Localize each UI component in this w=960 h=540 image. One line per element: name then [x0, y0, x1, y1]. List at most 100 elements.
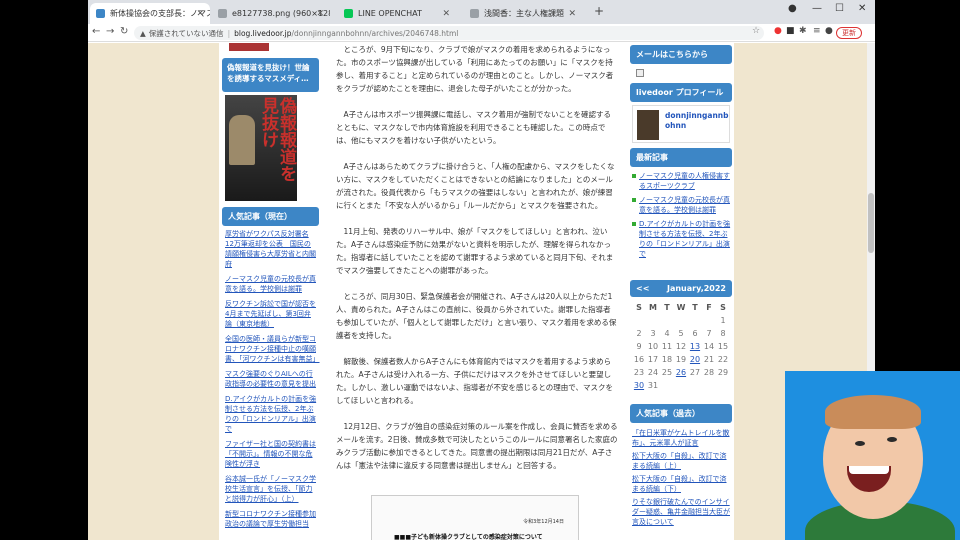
past-popular-link[interactable]: 「在日米軍がケムトレイルを散布」、元米軍人が証言 [632, 428, 732, 448]
article-paragraph: 11月上旬、発表のリハーサル中、娘が「マスクをしてほしい」と言われ、泣いた。A子… [336, 227, 614, 275]
back-button[interactable]: ← [92, 26, 100, 37]
close-window-button[interactable]: ✕ [858, 3, 866, 14]
popular-now-list: 厚労省がワクパス反対署名12万筆返却を公表 国民の請願権侵害ら大厚労省と内閣府 … [225, 229, 320, 534]
menu-icon[interactable]: ≡ [813, 26, 821, 36]
document-image[interactable]: 令和3年12月14日 ■■■子ども新体操クラブとしての感染症対策について [371, 495, 579, 540]
globe-icon [218, 9, 227, 18]
right-eye [887, 437, 897, 442]
profile-icon[interactable]: ● [825, 26, 833, 36]
popular-link[interactable]: ノーマスク児童の元校長が真意を語る。学校側は謝罪 [225, 274, 317, 294]
calendar-day-link[interactable]: 13 [690, 342, 700, 351]
calendar-day [646, 314, 660, 327]
avatar[interactable] [637, 110, 659, 140]
article-body: ところが、9月下旬になり、クラブで娘がマスクの着用を求められるようになった。市の… [336, 43, 618, 485]
tab-bar: 新体操協会の支部長：ノマスク児童 ✕ e8127738.png (960×128… [88, 0, 875, 24]
recent-link[interactable]: D.アイクがカルトの計画を強制させる方法を伝授、2年ぶりの「ロンドンリアル」出演… [639, 219, 732, 259]
security-warning: 保護されていない通信 [148, 28, 224, 38]
calendar-weekdays: S M T W T F S [632, 301, 730, 314]
calendar-day [716, 379, 730, 392]
calendar-week: 16 17 18 19 20 21 22 [632, 353, 730, 366]
puzzle-icon[interactable]: ✱ [799, 26, 807, 36]
close-tab-icon[interactable]: ✕ [196, 9, 204, 19]
past-popular-list: 「在日米軍がケムトレイルを散布」、元米軍人が証言 松下大阪の「自殺」、改訂で済ま… [632, 428, 732, 530]
weekday: T [692, 303, 698, 312]
article-paragraph: ところが、9月下旬になり、クラブで娘がマスクの着用を求められるようになった。市の… [336, 45, 614, 93]
calendar-prev-button[interactable]: << [636, 284, 649, 293]
tab-line[interactable]: LINE OPENCHAT ✕ [338, 3, 456, 24]
calendar-day-link[interactable]: 30 [634, 381, 644, 390]
calendar-day[interactable]: 13 [688, 340, 702, 353]
close-tab-icon[interactable]: ✕ [442, 9, 450, 19]
past-popular-link[interactable]: りそな銀行破たんでのインサイダー疑惑、亀井金融担当大臣が言及について [632, 497, 732, 527]
recent-link[interactable]: ノーマスク児童の元校長が真意を語る。学校側は謝罪 [639, 195, 732, 215]
calendar-week: 23 24 25 26 27 28 29 [632, 366, 730, 379]
popular-link[interactable]: D.アイクがカルトの計画を強制させる方法を伝授、2年ぶりの「ロンドンリアル」出演… [225, 394, 317, 434]
popular-link[interactable]: 全国の医師・議員らが新型コロナワクチン接種中止の嘆願書、「河ワクチンは有害無益」 [225, 334, 320, 364]
calendar-header: << January,2022 [630, 280, 732, 297]
calendar-day [688, 379, 702, 392]
calendar-day [632, 314, 646, 327]
bullet-icon [632, 198, 636, 202]
article-paragraph: A子さんは市スポーツ振興課に電話し、マスク着用が強制でないことを確認するとともに… [336, 110, 611, 145]
minimize-button[interactable]: — [812, 3, 822, 14]
right-sidebar: メールはこちらから livedoor プロフィール donnjinngannbo… [628, 43, 734, 540]
popular-link[interactable]: 新型コロナワクチン接種参加政治の議論で厚生労働担当 [225, 509, 317, 529]
close-tab-icon[interactable]: ✕ [568, 9, 576, 19]
browser-window: 新体操協会の支部長：ノマスク児童 ✕ e8127738.png (960×128… [88, 0, 875, 540]
book-link[interactable]: 偽報報道を見抜け！世論を誘導するマスメディ… [222, 58, 319, 92]
tab-image[interactable]: e8127738.png (960×1280) ✕ [212, 3, 330, 24]
bullet-icon [632, 174, 636, 178]
profile-name[interactable]: donnjinngannbohnn [665, 111, 729, 131]
profile-card[interactable]: donnjinngannbohnn [632, 105, 730, 143]
tab-jinken[interactable]: 浅間香：主な人権課題 ✕ [464, 3, 582, 24]
update-button[interactable]: 更新 [836, 27, 862, 39]
popular-link[interactable]: 谷本誠一氏が「ノーマスク学校生活宣言」を伝授、「節力と説得力が肝心」（上） [225, 474, 317, 504]
popular-link[interactable]: 反ワクチン訴訟で国が認否を4月まで先延ばし、第3回弁論（東京地裁） [225, 299, 317, 329]
mail-image-icon[interactable] [636, 69, 644, 77]
extension-red-icon[interactable]: ● [774, 26, 782, 36]
calendar-day: 25 [661, 368, 673, 377]
weekday: S [720, 303, 726, 312]
star-icon[interactable]: ☆ [752, 26, 760, 36]
calendar-day: 14 [703, 342, 715, 351]
maximize-button[interactable]: ☐ [835, 3, 844, 14]
popular-link[interactable]: ファイザー社と国の契約書は「不開示」。情報の不開な危険性が浮き [225, 439, 317, 469]
calendar-day: 8 [720, 329, 726, 338]
calendar-day[interactable]: 30 [632, 379, 646, 392]
article-paragraph: 12月12日、クラブが独自の感染症対策のルール案を作成し、会員に賛否を求めるメー… [336, 422, 618, 470]
webcam-overlay [785, 371, 960, 540]
scrollbar-thumb[interactable] [868, 193, 874, 253]
close-tab-icon[interactable]: ✕ [316, 9, 324, 19]
calendar-day[interactable]: 20 [688, 353, 702, 366]
weekday: W [676, 303, 686, 312]
extension-dark-icon[interactable]: ■ [786, 26, 795, 36]
url-field[interactable]: ▲ 保護されていない通信 | blog.livedoor.jp /donnjin… [134, 26, 764, 40]
weekday: S [636, 303, 642, 312]
calendar-day[interactable]: 26 [674, 366, 688, 379]
record-icon[interactable]: ● [788, 3, 797, 14]
past-popular-link[interactable]: 松下大阪の「自殺」、改訂で済まる続編（下） [632, 474, 732, 494]
calendar-day [674, 379, 688, 392]
person-hair [825, 395, 921, 429]
calendar-day-link[interactable]: 26 [676, 368, 686, 377]
new-tab-button[interactable]: + [594, 4, 604, 18]
recent-item: ノーマスク児童の元校長が真意を語る。学校側は謝罪 [632, 195, 732, 215]
calendar-day: 17 [647, 355, 659, 364]
recent-link[interactable]: ノーマスク児童の人権侵害するスポーツクラブ [639, 171, 732, 191]
reload-button[interactable]: ↻ [120, 26, 128, 37]
calendar-day: 31 [647, 381, 659, 390]
past-popular-link[interactable]: 松下大阪の「自殺」、改訂で済まる続編（上） [632, 451, 732, 471]
tab-article[interactable]: 新体操協会の支部長：ノマスク児童 ✕ [90, 3, 210, 24]
tab-title: LINE OPENCHAT [358, 9, 422, 18]
forward-button[interactable]: → [106, 26, 114, 37]
calendar-day: 16 [633, 355, 645, 364]
calendar-day-link[interactable]: 20 [690, 355, 700, 364]
popular-now-header: 人気記事（現在） [222, 207, 319, 226]
popular-link[interactable]: 厚労省がワクパス反対署名12万筆返却を公表 国民の請願権侵害ら大厚労省と内閣府 [225, 229, 317, 269]
article-paragraph: ところが、同月30日、緊急保護者会が開催され、A子さんは20人以上からただ1人、… [336, 292, 617, 340]
book-cover-image[interactable]: 偽報報道を見抜け [225, 95, 297, 201]
book-cover-title: 偽報報道を見抜け [258, 97, 296, 182]
calendar-day [674, 314, 688, 327]
calendar-day: 7 [706, 329, 712, 338]
popular-link[interactable]: マスク強要のぐりAILへの行政指導の必要性の意見を提出 [225, 369, 317, 389]
